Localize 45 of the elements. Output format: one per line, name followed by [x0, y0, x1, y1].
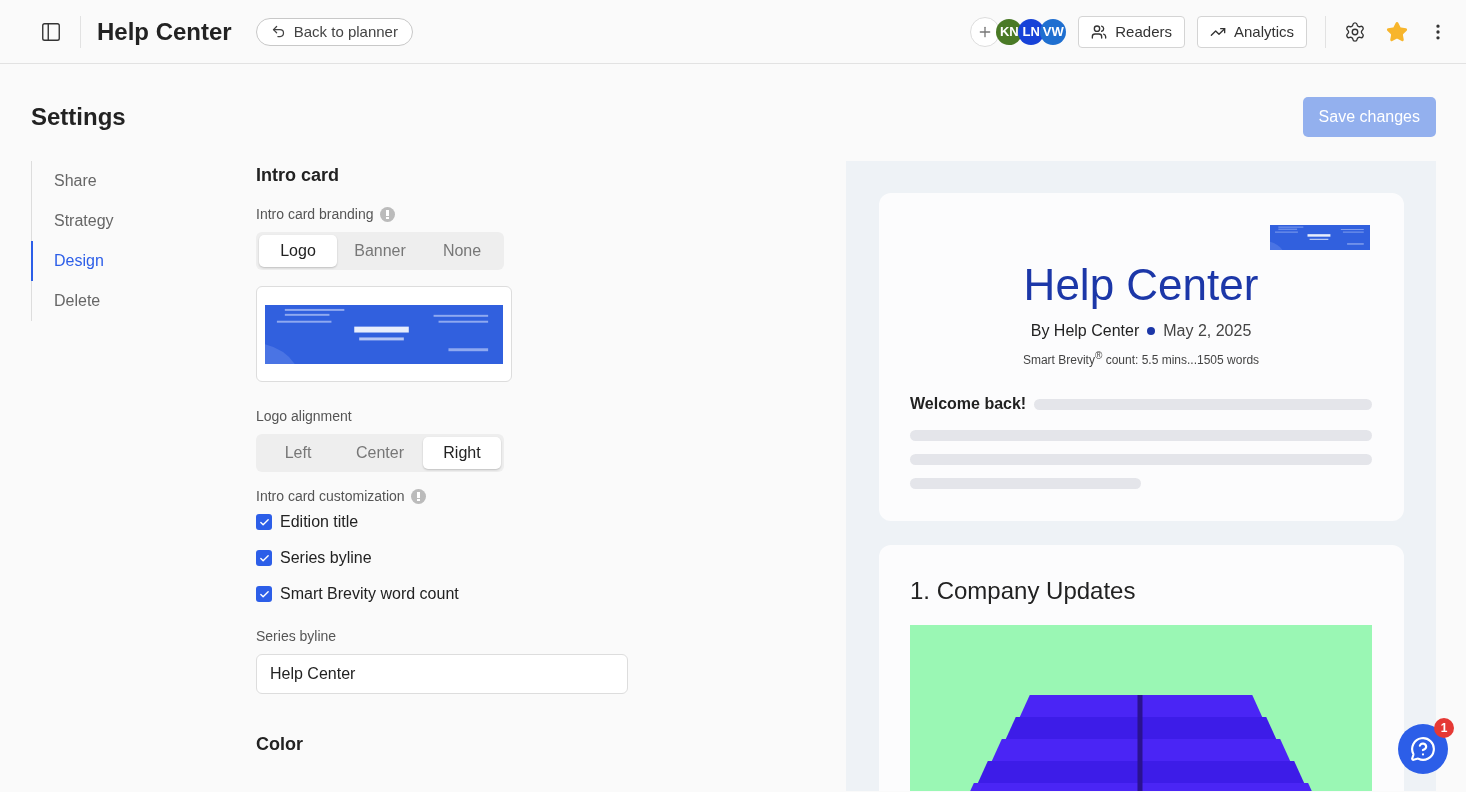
separator-dot	[1147, 327, 1156, 335]
checkbox-label: Series byline	[280, 549, 372, 567]
check-icon	[258, 516, 270, 528]
nav-item[interactable]: Share	[31, 161, 256, 201]
page-title: Help Center	[97, 17, 232, 46]
back-button[interactable]: Back to planner	[255, 17, 413, 46]
people-icon	[1091, 23, 1108, 40]
notification-badge: 1	[1434, 718, 1454, 738]
edition-title: Help Center	[1022, 260, 1260, 310]
field-label: Logo alignment	[256, 408, 352, 424]
settings-icon[interactable]	[1344, 20, 1366, 43]
checkbox[interactable]	[256, 586, 272, 602]
section-title: Color	[256, 734, 304, 755]
nav-item[interactable]: Delete	[31, 281, 256, 321]
date: May 2, 2025	[1163, 322, 1252, 340]
undo-icon	[270, 24, 286, 39]
analytics-button[interactable]: Analytics	[1196, 15, 1307, 48]
section-title: Intro card	[256, 165, 340, 186]
check-icon	[258, 552, 270, 564]
field-label: Intro card customization	[256, 488, 405, 504]
word-count: Smart Brevity$^{®}$ count: 5.5 mins...1505 words	[1021, 350, 1261, 367]
checkbox[interactable]	[256, 514, 272, 530]
field-label: Intro card branding	[256, 206, 374, 222]
segment-option[interactable]: Right	[423, 437, 501, 469]
segment-option[interactable]: Logo	[259, 235, 337, 267]
readers-button[interactable]: Readers	[1078, 15, 1185, 48]
help-icon	[1410, 736, 1436, 762]
field-label: Series byline	[256, 628, 337, 644]
checkbox[interactable]	[256, 550, 272, 566]
welcome-text: Welcome back!	[910, 395, 1027, 413]
segment-option[interactable]: Left	[259, 437, 337, 469]
segment-option[interactable]: Center	[341, 437, 419, 469]
checkbox-label: Edition title	[280, 513, 359, 531]
avatar[interactable]: VW	[1040, 18, 1067, 45]
sidebar-toggle-icon[interactable]	[40, 20, 62, 43]
check-icon	[258, 588, 270, 600]
star-icon[interactable]	[1386, 20, 1408, 43]
nav-item[interactable]: Strategy	[31, 201, 256, 241]
byline: By Help Center	[1030, 322, 1140, 340]
segment-option[interactable]: None	[423, 235, 501, 267]
settings-title: Settings	[31, 103, 126, 131]
segment-option[interactable]: Banner	[341, 235, 419, 267]
byline-field[interactable]: Help Center	[256, 654, 628, 694]
section-heading: 1. Company Updates	[910, 577, 1137, 605]
checkbox-label: Smart Brevity word count	[280, 585, 459, 603]
